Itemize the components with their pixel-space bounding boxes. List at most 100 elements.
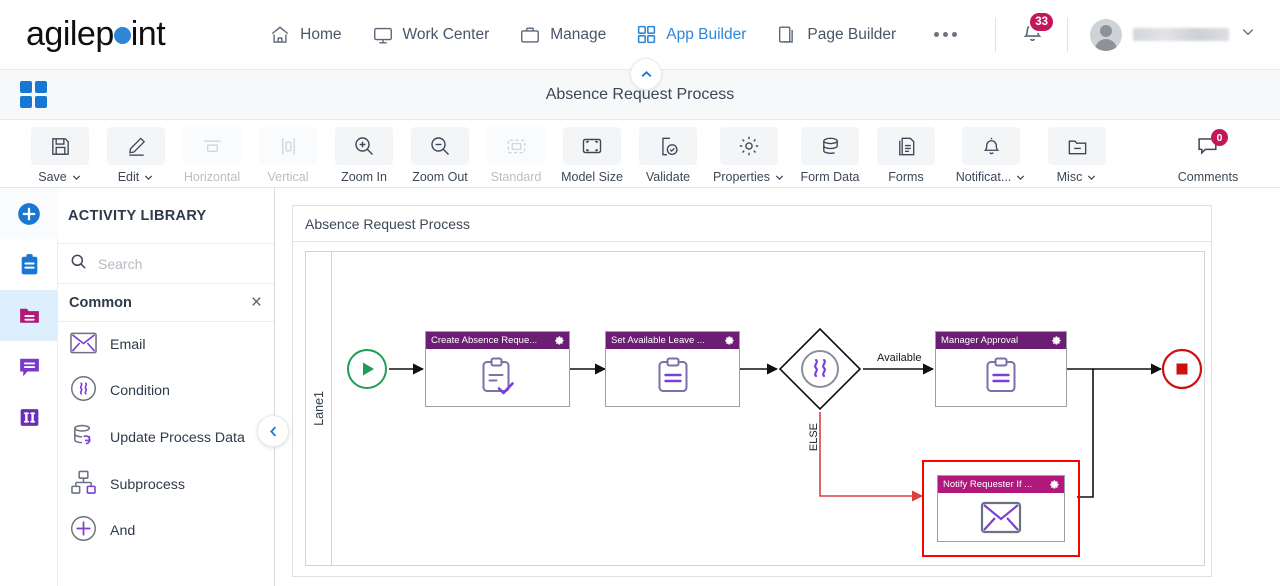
activity-item-and[interactable]: And bbox=[58, 508, 274, 554]
monitor-icon bbox=[372, 24, 394, 46]
gear-icon[interactable] bbox=[554, 335, 565, 346]
database-icon bbox=[822, 137, 838, 154]
activity-library-title: ACTIVITY LIBRARY bbox=[58, 188, 274, 244]
toolbar-button-vertical: Vertical bbox=[250, 125, 326, 184]
toolbar-label-zoom-out: Zoom Out bbox=[412, 170, 468, 184]
bell-icon bbox=[983, 137, 999, 154]
activity-node-set-available-leave[interactable]: Set Available Leave ... bbox=[605, 331, 740, 407]
bell-icon-box bbox=[962, 127, 1020, 165]
toolbar-label-validate: Validate bbox=[645, 170, 691, 184]
gear-icon[interactable] bbox=[724, 335, 735, 346]
validate-icon bbox=[661, 137, 678, 155]
chevron-left-icon bbox=[269, 426, 276, 436]
update-data-icon bbox=[70, 422, 97, 454]
gear-icon[interactable] bbox=[1049, 479, 1060, 490]
activity-item-condition[interactable]: Condition bbox=[58, 368, 274, 414]
gateway-condition[interactable] bbox=[777, 326, 863, 417]
toolbar-button-notifications[interactable]: Notificat... bbox=[944, 125, 1038, 184]
toolbar-label-edit: Edit bbox=[118, 170, 155, 184]
toolbar-button-model-size[interactable]: Model Size bbox=[554, 125, 630, 184]
bell-icon bbox=[1020, 24, 1045, 49]
gear-icon bbox=[739, 136, 759, 156]
home-icon bbox=[269, 24, 291, 46]
vertical-align-icon bbox=[281, 137, 295, 155]
toolbar-button-forms[interactable]: Forms bbox=[868, 125, 944, 184]
username-label bbox=[1133, 28, 1229, 41]
activity-item-subprocess[interactable]: Subprocess bbox=[58, 462, 274, 508]
toolbar-button-zoom-out[interactable]: Zoom Out bbox=[402, 125, 478, 184]
activity-group-label: Common bbox=[69, 294, 132, 311]
toolbar-label-forms: Forms bbox=[888, 170, 924, 184]
process-toolbar: Save Edit Horizontal Vertical Zoom In Zo… bbox=[0, 120, 1280, 188]
nav-item-page-builder[interactable]: Page Builder bbox=[776, 24, 896, 46]
condition-icon bbox=[778, 327, 862, 411]
collapse-header-button[interactable] bbox=[630, 58, 662, 90]
form-icon bbox=[986, 357, 1016, 392]
chevron-up-icon bbox=[640, 70, 652, 77]
toolbar-label-notifications: Notificat... bbox=[956, 170, 1027, 184]
toolbar-button-zoom-in[interactable]: Zoom In bbox=[326, 125, 402, 184]
toolbar-label-comments: Comments bbox=[1177, 170, 1239, 184]
rail-item-comments[interactable] bbox=[0, 341, 58, 392]
columns-icon bbox=[20, 409, 38, 426]
dot-2 bbox=[943, 32, 949, 37]
save-icon-box bbox=[31, 127, 89, 165]
nav-item-app-builder[interactable]: App Builder bbox=[636, 24, 746, 45]
toolbar-button-comments[interactable]: 0 Comments bbox=[1158, 125, 1258, 184]
logo-dot bbox=[113, 27, 131, 44]
form-icon bbox=[658, 357, 687, 392]
toolbar-label-standard: Standard bbox=[490, 170, 542, 184]
subprocess-icon bbox=[70, 470, 97, 500]
process-canvas-area[interactable]: Absence Request Process Lane1 Create Abs… bbox=[275, 188, 1280, 586]
nav-label-home: Home bbox=[300, 25, 342, 43]
toolbar-label-horizontal: Horizontal bbox=[183, 170, 241, 184]
activity-node-notify-requester[interactable]: Notify Requester If ... bbox=[937, 475, 1065, 542]
node-header: Notify Requester If ... bbox=[938, 476, 1064, 493]
toolbar-label-vertical: Vertical bbox=[267, 170, 309, 184]
folder-icon bbox=[1068, 140, 1086, 154]
gear-icon-box bbox=[720, 127, 778, 165]
end-event[interactable] bbox=[1161, 348, 1203, 395]
user-menu[interactable] bbox=[1090, 18, 1256, 51]
dot-3 bbox=[952, 32, 958, 37]
toolbar-button-validate[interactable]: Validate bbox=[630, 125, 706, 184]
rail-item-tasks[interactable] bbox=[0, 239, 58, 290]
standard-size-icon bbox=[507, 139, 525, 153]
agilepoint-logo[interactable]: agilep int bbox=[26, 15, 166, 54]
document-icon bbox=[898, 137, 914, 155]
collapse-panel-button[interactable] bbox=[257, 415, 289, 447]
activity-item-update-process-data[interactable]: Update Process Data bbox=[58, 414, 274, 462]
nav-item-home[interactable]: Home bbox=[269, 24, 342, 46]
standard-size-icon-box bbox=[487, 127, 545, 165]
activity-item-email[interactable]: Email bbox=[58, 322, 274, 368]
rail-item-activity-library[interactable] bbox=[0, 290, 58, 341]
search-input[interactable] bbox=[98, 255, 238, 272]
node-header: Set Available Leave ... bbox=[606, 332, 739, 349]
toolbar-button-properties[interactable]: Properties bbox=[706, 125, 792, 184]
rail-item-add[interactable] bbox=[0, 188, 58, 239]
toolbar-button-save[interactable]: Save bbox=[22, 125, 98, 184]
activity-node-create-absence-request[interactable]: Create Absence Reque... bbox=[425, 331, 570, 407]
logo-text-part1: agilep bbox=[26, 15, 114, 53]
toolbar-button-edit[interactable]: Edit bbox=[98, 125, 174, 184]
close-icon[interactable]: × bbox=[251, 293, 262, 312]
toolbar-button-form-data[interactable]: Form Data bbox=[792, 125, 868, 184]
node-title: Manager Approval bbox=[941, 335, 1019, 346]
node-body bbox=[426, 349, 569, 406]
start-event[interactable] bbox=[346, 348, 388, 395]
and-icon bbox=[70, 515, 97, 547]
start-event-icon bbox=[347, 349, 387, 389]
nav-item-work-center[interactable]: Work Center bbox=[372, 24, 489, 46]
nav-item-manage[interactable]: Manage bbox=[519, 24, 606, 46]
comment-icon bbox=[19, 358, 39, 377]
activity-node-manager-approval[interactable]: Manager Approval bbox=[935, 331, 1067, 407]
toolbar-button-misc[interactable]: Misc bbox=[1038, 125, 1116, 184]
left-icon-rail bbox=[0, 188, 58, 586]
validate-icon-box bbox=[639, 127, 697, 165]
gear-icon[interactable] bbox=[1051, 335, 1062, 346]
more-nav-options-button[interactable] bbox=[934, 32, 958, 37]
zoom-in-icon bbox=[355, 137, 373, 155]
comment-icon-box: 0 bbox=[1179, 127, 1237, 165]
rail-item-columns[interactable] bbox=[0, 392, 58, 443]
notifications-button[interactable]: 33 bbox=[1020, 10, 1055, 50]
